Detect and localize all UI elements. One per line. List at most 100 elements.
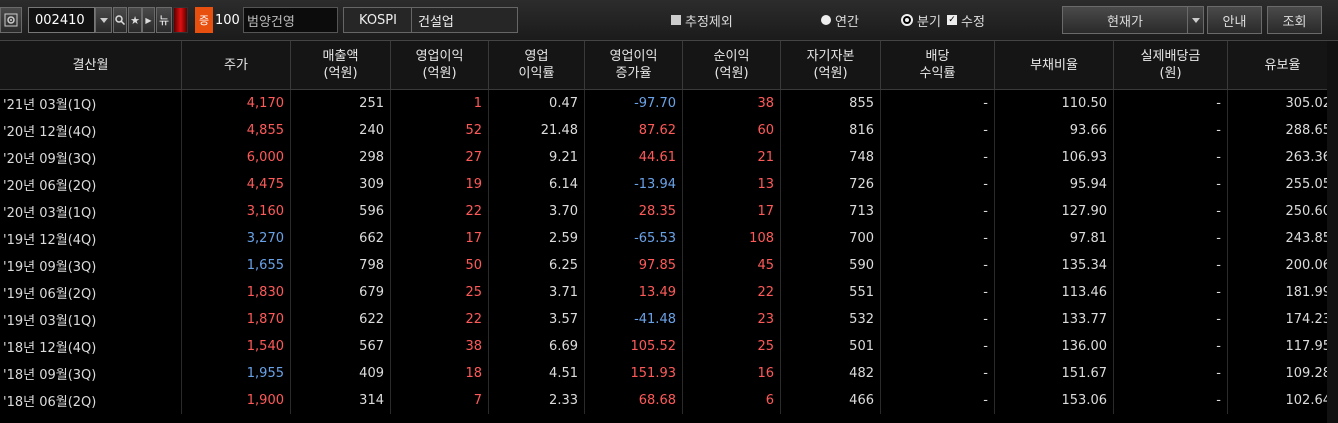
table-cell: 133.77: [995, 306, 1114, 333]
column-header[interactable]: 매출액 (억원): [291, 41, 391, 89]
table-row[interactable]: '20년 12월(4Q) 4,855 240 52 21.48 87.62 60 816-93…: [0, 117, 1338, 144]
table-cell: 1: [391, 90, 489, 117]
table-cell: 3,160: [182, 198, 291, 225]
table-cell: 19: [391, 171, 489, 198]
period-cell: '20년 09월(3Q): [0, 144, 182, 171]
favorite-button[interactable]: ★: [128, 7, 142, 33]
table-cell: 136.00: [995, 333, 1114, 360]
table-cell: 151.93: [585, 360, 683, 387]
table-cell: 50: [391, 252, 489, 279]
guide-button[interactable]: 안내: [1207, 6, 1262, 34]
table-cell: 4,855: [182, 117, 291, 144]
table-row[interactable]: '20년 03월(1Q) 3,160 596 22 3.70 28.35 17 713-127…: [0, 198, 1338, 225]
table-cell: 1,830: [182, 279, 291, 306]
table-cell: 44.61: [585, 144, 683, 171]
settings-icon: [4, 13, 18, 27]
star-icon: ★: [130, 13, 140, 27]
table-cell: 309: [291, 171, 391, 198]
column-header[interactable]: 자기자본 (억원): [781, 41, 881, 89]
quarterly-radio[interactable]: 분기: [901, 10, 941, 30]
industry-label: 건설업: [411, 7, 518, 33]
table-cell: 3.57: [489, 306, 585, 333]
table-cell: 117.95: [1228, 333, 1338, 360]
stock-code-dropdown-button[interactable]: [95, 7, 112, 33]
column-header[interactable]: 결산월: [0, 41, 182, 89]
stock-code-input[interactable]: 002410: [28, 7, 95, 33]
column-header[interactable]: 실제배당금 (원): [1114, 41, 1228, 89]
table-cell: -: [881, 198, 995, 225]
table-cell: 255.05: [1228, 171, 1338, 198]
column-header[interactable]: 유보율: [1228, 41, 1338, 89]
column-header[interactable]: 배당 수익률: [881, 41, 995, 89]
table-cell: 409: [291, 360, 391, 387]
table-cell: 798: [291, 252, 391, 279]
table-cell: 4.51: [489, 360, 585, 387]
table-cell: 482: [781, 360, 881, 387]
table-cell: 21.48: [489, 117, 585, 144]
table-cell: -: [881, 144, 995, 171]
table-cell: 108: [683, 225, 781, 252]
period-cell: '20년 03월(1Q): [0, 198, 182, 225]
table-cell: 3,270: [182, 225, 291, 252]
table-cell: 596: [291, 198, 391, 225]
table-cell: 263.36: [1228, 144, 1338, 171]
check-icon: ✓: [947, 15, 957, 25]
table-row[interactable]: '18년 06월(2Q) 1,900 314 7 2.33 68.68 6 466-153.0…: [0, 387, 1338, 414]
radio-selected-icon: [901, 14, 913, 26]
margin-badge: 증: [195, 7, 213, 33]
table-row[interactable]: '18년 09월(3Q) 1,955 409 18 4.51 151.93 16 482-15…: [0, 360, 1338, 387]
chevron-down-icon: [1191, 17, 1200, 23]
column-header[interactable]: 영업이익 (억원): [391, 41, 489, 89]
exclude-estimate-checkbox[interactable]: 추정제외: [671, 10, 733, 30]
query-button[interactable]: 조회: [1267, 6, 1322, 34]
table-cell: 4,475: [182, 171, 291, 198]
next-stock-button[interactable]: ▶: [142, 7, 155, 33]
table-row[interactable]: '20년 06월(2Q) 4,475 309 19 6.14 -13.94 13 726-95…: [0, 171, 1338, 198]
screen-settings-button[interactable]: [0, 7, 22, 33]
table-cell: -: [1114, 144, 1228, 171]
table-row[interactable]: '20년 09월(3Q) 6,000 298 27 9.21 44.61 21 748-106…: [0, 144, 1338, 171]
column-header[interactable]: 영업이익 증가율: [585, 41, 683, 89]
table-cell: -: [1114, 198, 1228, 225]
table-cell: 174.23: [1228, 306, 1338, 333]
table-cell: 532: [781, 306, 881, 333]
table-cell: 7: [391, 387, 489, 414]
table-cell: -: [1114, 90, 1228, 117]
search-button[interactable]: [113, 7, 127, 33]
table-row[interactable]: '19년 03월(1Q) 1,870 622 22 3.57 -41.48 23 532-13…: [0, 306, 1338, 333]
table-row[interactable]: '19년 09월(3Q) 1,655 798 50 6.25 97.85 45 590-135…: [0, 252, 1338, 279]
table-cell: 113.46: [995, 279, 1114, 306]
checkbox-square-icon: [671, 15, 681, 25]
chevron-down-icon: [99, 17, 108, 23]
table-cell: 466: [781, 387, 881, 414]
price-type-select[interactable]: 현재가: [1062, 6, 1188, 34]
revised-checkbox[interactable]: ✓ 수정: [947, 10, 985, 30]
period-cell: '21년 03월(1Q): [0, 90, 182, 117]
table-row[interactable]: '18년 12월(4Q) 1,540 567 38 6.69 105.52 25 501-13…: [0, 333, 1338, 360]
period-cell: '20년 06월(2Q): [0, 171, 182, 198]
price-type-dropdown-button[interactable]: [1187, 6, 1204, 34]
column-header[interactable]: 영업 이익률: [489, 41, 585, 89]
table-cell: 22: [683, 279, 781, 306]
table-cell: 679: [291, 279, 391, 306]
table-cell: 551: [781, 279, 881, 306]
column-header[interactable]: 순이익 (억원): [683, 41, 781, 89]
table-cell: 102.64: [1228, 387, 1338, 414]
vertical-scrollbar[interactable]: [1327, 41, 1338, 423]
news-button[interactable]: 뉴: [156, 7, 172, 33]
table-cell: 105.52: [585, 333, 683, 360]
table-row[interactable]: '19년 06월(2Q) 1,830 679 25 3.71 13.49 22 551-113…: [0, 279, 1338, 306]
period-cell: '18년 09월(3Q): [0, 360, 182, 387]
table-cell: 60: [683, 117, 781, 144]
table-cell: 109.28: [1228, 360, 1338, 387]
table-row[interactable]: '19년 12월(4Q) 3,270 662 17 2.59 -65.53 108 700-9…: [0, 225, 1338, 252]
column-header[interactable]: 주가: [182, 41, 291, 89]
table-row[interactable]: '21년 03월(1Q) 4,170 251 1 0.47 -97.70 38 855-110…: [0, 90, 1338, 117]
annual-radio[interactable]: 연간: [821, 10, 859, 30]
table-cell: -: [881, 117, 995, 144]
table-cell: 748: [781, 144, 881, 171]
table-cell: 1,900: [182, 387, 291, 414]
period-cell: '19년 03월(1Q): [0, 306, 182, 333]
table-cell: 662: [291, 225, 391, 252]
column-header[interactable]: 부채비율: [995, 41, 1114, 89]
